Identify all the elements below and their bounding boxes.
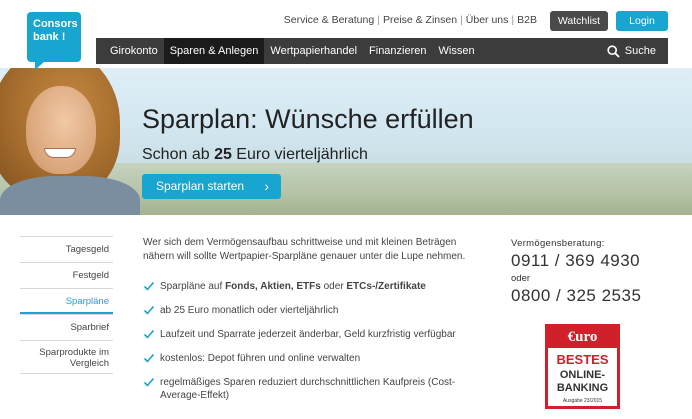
phone-number-1[interactable]: 0911 / 369 4930 [511, 251, 681, 271]
sparplan-starten-label: Sparplan starten [156, 179, 245, 193]
separator: | [460, 14, 463, 26]
separator: | [377, 14, 380, 26]
search-label: Suche [624, 45, 656, 57]
feature-list: Sparpläne auf Fonds, Aktien, ETFs oder E… [143, 280, 483, 413]
bullet-1-mid: oder [320, 281, 347, 292]
smile [44, 148, 76, 158]
badge-title: BESTES [556, 352, 609, 367]
checkmark-icon [143, 329, 155, 339]
list-item: regelmäßiges Sparen reduziert durchschni… [143, 376, 483, 402]
watchlist-button[interactable]: Watchlist [550, 11, 608, 31]
link-b2b[interactable]: B2B [517, 14, 537, 26]
shirt [0, 176, 140, 215]
hero-subtitle: Schon ab 25 Euro vierteljährlich [142, 146, 368, 164]
nav-item-wertpapierhandel[interactable]: Wertpapierhandel [264, 38, 363, 64]
advice-box: Vermögensberatung: 0911 / 369 4930 oder … [511, 238, 681, 306]
list-item: Laufzeit und Sparrate jederzeit änderbar… [143, 328, 483, 341]
hero-subtitle-suffix: Euro vierteljährlich [231, 146, 368, 163]
list-item: Sparpläne auf Fonds, Aktien, ETFs oder E… [143, 280, 483, 293]
nav-item-sparen-anlegen[interactable]: Sparen & Anlegen [163, 38, 265, 64]
consorsbank-logo[interactable]: Consors bank ! [27, 12, 81, 70]
sidebar-item-sparplaene[interactable]: Sparpläne [20, 288, 113, 314]
intro-text: Wer sich dem Vermögensaufbau schrittweis… [143, 237, 466, 262]
bullet-text: Laufzeit und Sparrate jederzeit änderbar… [160, 329, 456, 340]
separator: | [511, 14, 515, 26]
hero-subtitle-amount: 25 [214, 146, 232, 163]
link-ueber-uns[interactable]: Über uns [466, 14, 509, 26]
link-service-beratung[interactable]: Service & Beratung [284, 14, 374, 26]
nav-item-finanzieren[interactable]: Finanzieren [363, 38, 432, 64]
sidebar: Tagesgeld Festgeld Sparpläne Sparbrief S… [20, 236, 113, 374]
advice-or: oder [511, 273, 531, 284]
bullet-1-bold-2: ETCs-/Zertifikate [346, 281, 426, 292]
checkmark-icon [143, 281, 155, 291]
logo-line-1: Consors [33, 18, 78, 30]
chevron-right-icon: › [264, 178, 269, 194]
link-preise-zinsen[interactable]: Preise & Zinsen [383, 14, 457, 26]
search-button[interactable]: Suche [607, 44, 668, 58]
sidebar-item-sparprodukte-vergleich[interactable]: Sparprodukte im Vergleich [20, 340, 113, 374]
logo-line-2: bank ! [33, 31, 66, 43]
top-links: Service & Beratung | Preise & Zinsen | Über … [284, 14, 537, 26]
bullet-text: ab 25 Euro monatlich oder vierteljährlic… [160, 305, 339, 316]
nav-item-girokonto[interactable]: Girokonto [96, 38, 164, 64]
main-nav: Girokonto Sparen & Anlegen Wertpapierhan… [96, 38, 668, 64]
bullet-text: kostenlos: Depot führen und online verwa… [160, 353, 361, 364]
hero-subtitle-prefix: Schon ab [142, 146, 215, 163]
login-button[interactable]: Login [616, 11, 668, 31]
hero-banner: Sparplan: Wünsche erfüllen Schon ab 25 E… [0, 68, 692, 215]
nav-item-wissen[interactable]: Wissen [433, 38, 481, 64]
checkmark-icon [143, 377, 155, 387]
sparplan-starten-button[interactable]: Sparplan starten › [142, 174, 281, 199]
award-badge: €uro MONEY BESTES ONLINE-BANKING Ausgabe… [545, 324, 620, 409]
advice-label: Vermögensberatung: [511, 238, 605, 249]
hero-woman-image [0, 68, 145, 215]
phone-number-2[interactable]: 0800 / 325 2535 [511, 286, 681, 306]
bullet-1-prefix: Sparpläne auf [160, 281, 226, 292]
badge-issue: Ausgabe 23/2015 [562, 398, 603, 404]
checkmark-icon [143, 305, 155, 315]
badge-brand: €uro MONEY [548, 327, 617, 366]
list-item: ab 25 Euro monatlich oder vierteljährlic… [143, 304, 483, 317]
badge-subtitle: ONLINE-BANKING [556, 369, 609, 394]
sidebar-item-festgeld[interactable]: Festgeld [20, 262, 113, 288]
search-icon [607, 44, 620, 58]
checkmark-icon [143, 353, 155, 363]
face [26, 86, 96, 174]
list-item: kostenlos: Depot führen und online verwa… [143, 352, 483, 365]
header: Consors bank ! Service & Beratung | Preise… [0, 0, 692, 70]
bullet-text: regelmäßiges Sparen reduziert durchschni… [160, 377, 456, 401]
sidebar-item-tagesgeld[interactable]: Tagesgeld [20, 236, 113, 262]
hero-title: Sparplan: Wünsche erfüllen [142, 104, 474, 134]
sidebar-item-sparbrief[interactable]: Sparbrief [20, 314, 113, 340]
bullet-1-bold-1: Fonds, Aktien, ETFs [225, 281, 321, 292]
